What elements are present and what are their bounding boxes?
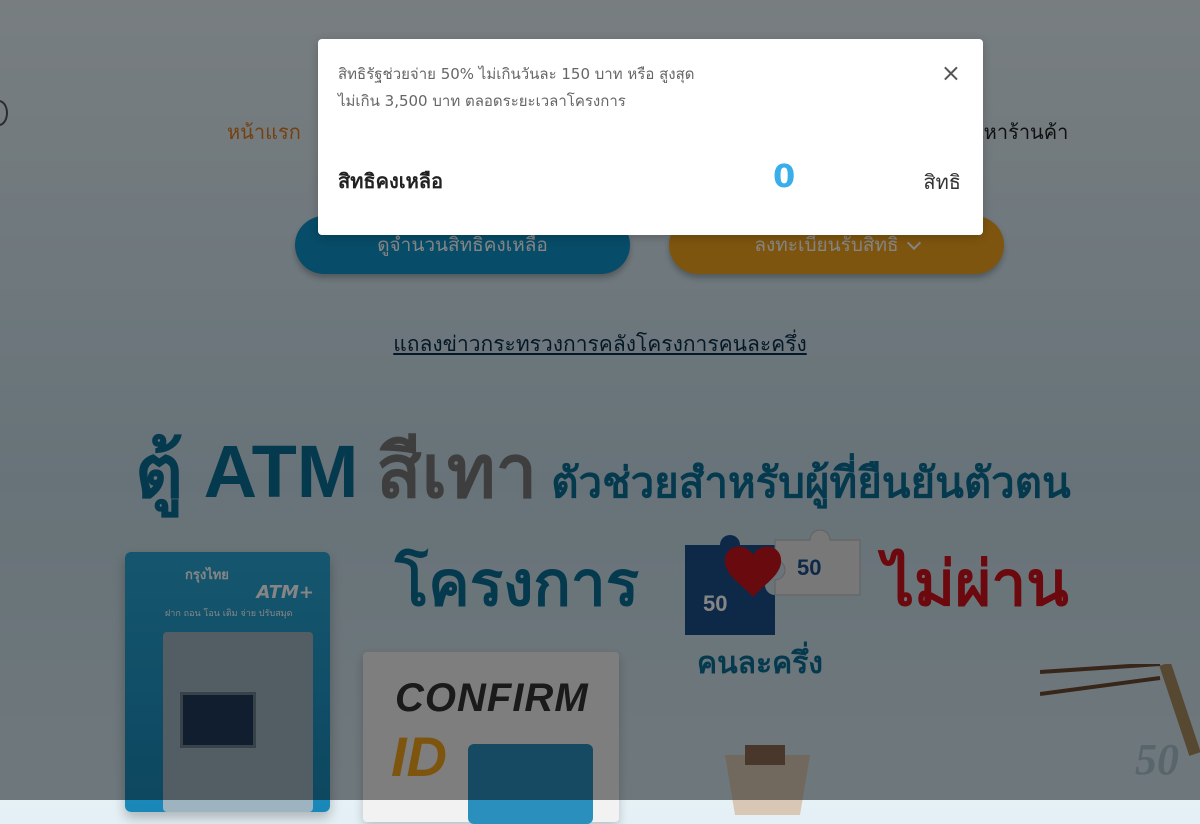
modal-description: สิทธิรัฐช่วยจ่าย 50% ไม่เกินวันละ 150 บา…	[338, 61, 694, 115]
remaining-rights-label: สิทธิคงเหลือ	[338, 169, 444, 193]
modal-desc-line1: สิทธิรัฐช่วยจ่าย 50% ไม่เกินวันละ 150 บา…	[338, 65, 695, 83]
modal-desc-line2: ไม่เกิน 3,500 บาท ตลอดระยะเวลาโครงการ	[338, 92, 626, 110]
remaining-rights-value: 0	[773, 157, 796, 195]
rights-modal: สิทธิรัฐช่วยจ่าย 50% ไม่เกินวันละ 150 บา…	[318, 39, 983, 235]
remaining-rights-unit: สิทธิ	[923, 170, 961, 194]
close-icon[interactable]: ×	[941, 61, 961, 85]
